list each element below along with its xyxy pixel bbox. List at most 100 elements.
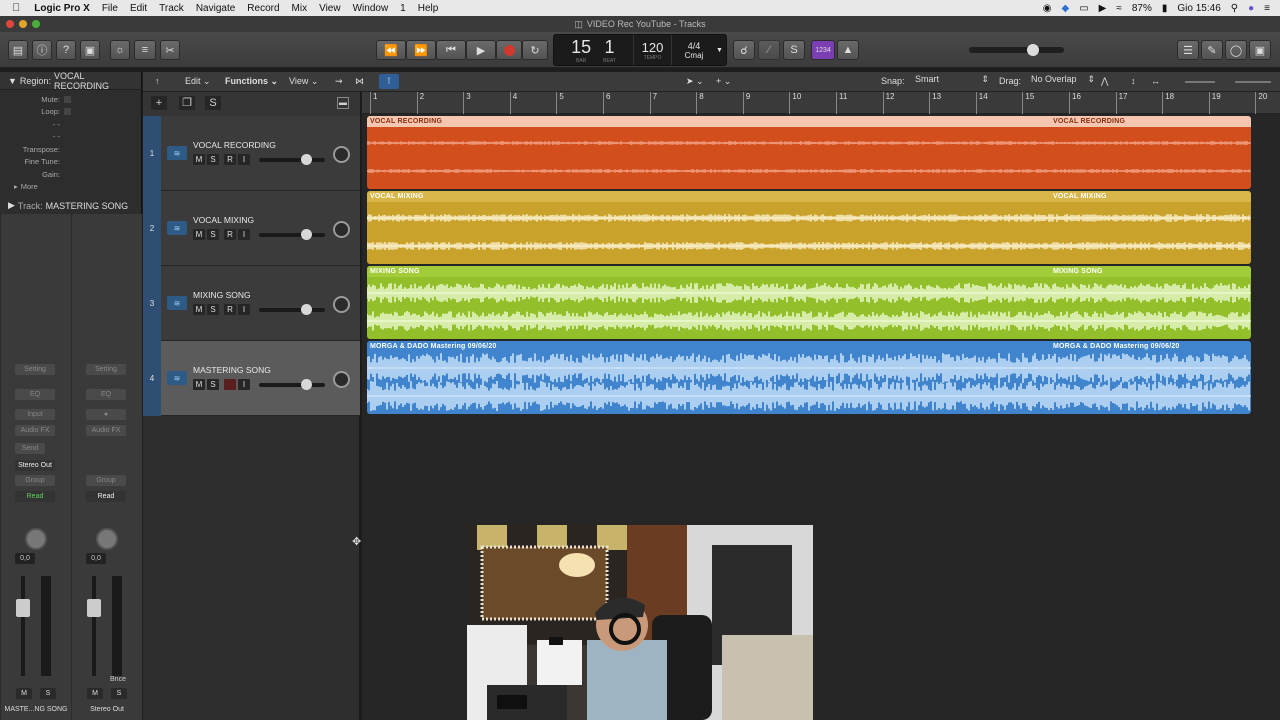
drag-select[interactable]: No Overlap ⇕: [1029, 74, 1095, 89]
track-number[interactable]: 1: [143, 116, 161, 191]
wifi-icon[interactable]: ≈: [1116, 3, 1122, 14]
strip2-group-button[interactable]: Group: [86, 475, 126, 486]
ruler-bar-16[interactable]: 16: [1069, 92, 1081, 114]
clock[interactable]: Gio 15:46: [1177, 3, 1220, 14]
audio-region-3[interactable]: MIXING SONG MIXING SONG: [367, 266, 1251, 339]
strip1-eq-button[interactable]: EQ: [15, 389, 55, 400]
rewind-button[interactable]: ⏪: [376, 40, 406, 60]
editors-button[interactable]: ✂: [160, 40, 180, 60]
qswing-value[interactable]: - -: [0, 132, 64, 141]
input-monitor-button[interactable]: I: [238, 154, 250, 165]
pointer-tool-icon[interactable]: ➤ ⌄: [686, 76, 704, 87]
horizontal-zoom-slider[interactable]: [1235, 81, 1271, 83]
track-volume-knob[interactable]: [301, 154, 312, 165]
strip1-solo-button[interactable]: S: [40, 688, 56, 699]
toolbar-button[interactable]: ▣: [80, 40, 100, 60]
region-header[interactable]: [367, 191, 1251, 202]
metronome-button[interactable]: ▲: [837, 40, 859, 60]
ruler-bar-2[interactable]: 2: [416, 92, 424, 114]
menu-1[interactable]: 1: [394, 3, 412, 14]
inspector-button[interactable]: ⓘ: [32, 40, 52, 60]
record-enable-button[interactable]: R: [224, 154, 236, 165]
flex-mode-icon[interactable]: ⊺: [379, 74, 399, 89]
track-pan-knob[interactable]: [333, 296, 350, 313]
volume-icon[interactable]: ▶: [1099, 3, 1107, 14]
input-monitor-button[interactable]: I: [238, 379, 250, 390]
strip1-fader-cap[interactable]: [16, 599, 30, 617]
track-volume-slider[interactable]: [259, 379, 325, 390]
fast-forward-button[interactable]: ⏩: [406, 40, 436, 60]
browsers-button[interactable]: ▣: [1249, 40, 1271, 60]
strip2-eq-button[interactable]: EQ: [86, 389, 126, 400]
minimize-window-icon[interactable]: [19, 20, 27, 28]
strip2-setting-button[interactable]: Setting: [86, 364, 126, 375]
loop-checkbox[interactable]: [64, 108, 71, 116]
audio-region-1[interactable]: VOCAL RECORDING VOCAL RECORDING: [367, 116, 1251, 189]
track-pan-knob[interactable]: [333, 146, 350, 163]
solo-button[interactable]: S: [207, 304, 219, 315]
track-number[interactable]: 3: [143, 266, 161, 341]
track-name[interactable]: MASTERING SONG: [193, 365, 271, 375]
track-number[interactable]: 2: [143, 191, 161, 266]
region-inspector-header[interactable]: ▼ Region: VOCAL RECORDING: [0, 71, 141, 91]
ruler-bar-3[interactable]: 3: [463, 92, 471, 114]
track-header-4[interactable]: 4 ≋ MASTERING SONG M S I: [143, 341, 360, 416]
track-volume-slider[interactable]: [259, 154, 325, 165]
waveform-zoom-icon[interactable]: ⋀: [1101, 76, 1108, 87]
strip1-group-button[interactable]: Group: [15, 475, 55, 486]
strip2-solo-button[interactable]: S: [111, 688, 127, 699]
ruler-bar-12[interactable]: 12: [882, 92, 895, 114]
master-volume-knob[interactable]: [1027, 44, 1039, 56]
ruler-bar-20[interactable]: 20: [1255, 92, 1267, 114]
view-menu[interactable]: View ⌄: [289, 76, 318, 87]
strip2-automation-button[interactable]: Read: [86, 491, 126, 502]
mute-button[interactable]: M: [193, 304, 205, 315]
menu-view[interactable]: View: [313, 3, 347, 14]
cycle-button[interactable]: ↻: [522, 40, 548, 60]
strip1-mute-button[interactable]: M: [16, 688, 32, 699]
zoom-window-icon[interactable]: [32, 20, 40, 28]
horizontal-fit-icon[interactable]: ↔: [1151, 76, 1160, 86]
note-pads-button[interactable]: ✎: [1201, 40, 1223, 60]
tuner-button[interactable]: ⁄: [758, 40, 780, 60]
strip1-send-button[interactable]: Send: [15, 443, 45, 454]
ruler-bar-4[interactable]: 4: [509, 92, 517, 114]
record-button[interactable]: [496, 40, 522, 60]
ruler-bar-9[interactable]: 9: [742, 92, 750, 114]
ruler-bar-5[interactable]: 5: [556, 92, 564, 114]
audio-track-icon[interactable]: ≋: [167, 221, 187, 235]
track-name[interactable]: VOCAL MIXING: [193, 215, 254, 225]
strip1-audio-fx-button[interactable]: Audio FX: [15, 425, 55, 436]
apple-menu-icon[interactable]: : [0, 2, 28, 14]
lcd-display[interactable]: 15 BAR 1 BEAT 120 TEMPO 4/4 Cmaj ▼: [553, 34, 727, 66]
strip1-volume-value[interactable]: 0,0: [15, 553, 35, 564]
catch-icon[interactable]: ⇝: [335, 76, 343, 87]
menu-navigate[interactable]: Navigate: [190, 3, 241, 14]
strip1-pan-knob[interactable]: [25, 528, 47, 550]
display-icon[interactable]: ▭: [1079, 3, 1088, 14]
ruler-bar-19[interactable]: 19: [1208, 92, 1221, 114]
replace-button[interactable]: ☌: [733, 40, 755, 60]
duplicate-track-button[interactable]: ❐: [179, 96, 195, 110]
record-enable-button[interactable]: R: [224, 229, 236, 240]
audio-track-icon[interactable]: ≋: [167, 296, 187, 310]
menu-mix[interactable]: Mix: [286, 3, 314, 14]
menu-window[interactable]: Window: [347, 3, 395, 14]
ruler-bar-1[interactable]: 1: [370, 92, 377, 114]
ruler-bar-14[interactable]: 14: [975, 92, 988, 114]
record-enable-button[interactable]: R: [224, 304, 236, 315]
mute-button[interactable]: M: [193, 154, 205, 165]
record-status-icon[interactable]: ◉: [1043, 3, 1052, 14]
smart-controls-button[interactable]: ☼: [110, 40, 130, 60]
record-enable-button[interactable]: [224, 379, 236, 390]
solo-mode-button[interactable]: S: [783, 40, 805, 60]
track-volume-slider[interactable]: [259, 229, 325, 240]
notification-icon[interactable]: ≡: [1264, 3, 1270, 14]
flex-icon[interactable]: ⋈: [355, 76, 364, 87]
ruler-bar-8[interactable]: 8: [696, 92, 704, 114]
strip1-automation-button[interactable]: Read: [15, 491, 55, 502]
ruler-bar-6[interactable]: 6: [603, 92, 610, 114]
input-monitor-button[interactable]: I: [238, 304, 250, 315]
dropbox-icon[interactable]: ◆: [1062, 3, 1070, 14]
strip2-link-button[interactable]: ●: [86, 409, 126, 420]
